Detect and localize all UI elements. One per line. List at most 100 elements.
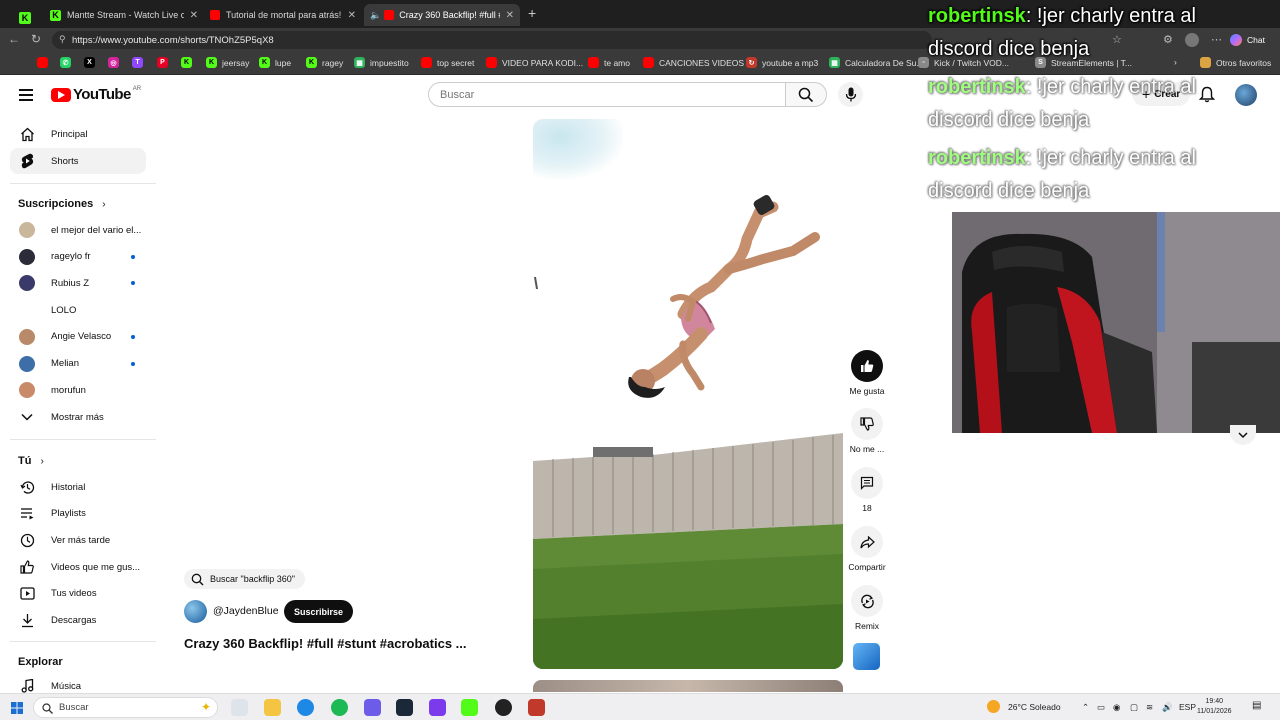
short-title[interactable]: Crazy 360 Backflip! #full #stunt #acroba… [184, 636, 467, 651]
bookmark-item[interactable]: VIDEO PARA KODI... [486, 57, 583, 68]
like-button[interactable]: Me gusta [840, 350, 894, 396]
sidebar-item-clock[interactable]: Ver más tarde [10, 527, 146, 553]
channel-name[interactable]: @JaydenBlue [213, 605, 279, 617]
capcut-icon[interactable] [429, 699, 446, 716]
bookmark-item[interactable]: ◎ [108, 57, 124, 68]
backflip-figure [534, 195, 820, 398]
sound-thumbnail[interactable] [853, 643, 880, 670]
short-video-player[interactable] [533, 119, 843, 429]
remix-button[interactable]: Remix [840, 585, 894, 631]
search-suggestion-chip[interactable]: Buscar "backflip 360" [184, 569, 305, 589]
next-short-preview[interactable] [533, 680, 843, 692]
network-icon[interactable]: ◉ [1113, 702, 1120, 713]
volume-icon[interactable]: 🔊 [1162, 702, 1173, 713]
account-avatar[interactable] [1235, 84, 1257, 106]
taskbar-search[interactable]: Buscar ✦ [33, 697, 218, 718]
next-short-button[interactable] [1230, 425, 1256, 445]
search-button[interactable] [785, 82, 827, 107]
speaker-icon[interactable]: 🔈 [370, 10, 381, 21]
search-chip-label: Buscar "backflip 360" [210, 574, 295, 584]
spotify-icon[interactable] [331, 699, 348, 716]
bookmark-item[interactable]: X [84, 57, 100, 68]
language-indicator[interactable]: ESP [1179, 702, 1196, 712]
game-app-icon[interactable] [528, 699, 545, 716]
subscribe-button[interactable]: Suscribirse [284, 600, 354, 623]
tab-tutorial-mortal[interactable]: Tutorial de mortal para atrás! ✋ A ✕ [204, 4, 362, 26]
url-text: https://www.youtube.com/shorts/TNOhZ5P5q… [72, 34, 274, 46]
subscription-item[interactable]: rageylo fr [10, 244, 146, 270]
back-icon[interactable]: ← [8, 32, 20, 46]
obs-icon[interactable] [495, 699, 512, 716]
wifi-icon[interactable]: ≋ [1146, 702, 1153, 713]
dislike-button[interactable]: No me ... [840, 408, 894, 454]
you-heading[interactable]: Tú › [18, 455, 44, 467]
tab-mantte-stream[interactable]: K Mantte Stream - Watch Live o ✕ [44, 4, 204, 26]
subscription-item[interactable]: morufun [10, 377, 146, 403]
kick-icon[interactable]: K [19, 8, 31, 26]
share-button[interactable]: Compartir [840, 526, 894, 572]
address-bar[interactable]: ⚲ https://www.youtube.com/shorts/TNOhZ5P… [52, 31, 932, 49]
clock[interactable]: 19:40 11/01/2026 [1197, 697, 1232, 717]
sidebar-item-shorts[interactable]: Shorts [10, 148, 146, 174]
edge-icon[interactable] [297, 699, 314, 716]
more-icon[interactable]: ⋯ [1211, 33, 1222, 46]
bookmark-item[interactable] [37, 57, 53, 68]
kick-icon: K [306, 57, 317, 68]
other-bookmarks[interactable]: Otros favoritos [1200, 57, 1271, 68]
bookmark-item[interactable]: Kragey [306, 57, 343, 68]
windows-start-icon[interactable] [11, 702, 23, 714]
subscription-item[interactable]: Angie Velasco [10, 324, 146, 350]
channel-avatar[interactable] [184, 600, 207, 623]
comments-button[interactable]: 18 [840, 467, 894, 513]
kick-icon[interactable] [461, 699, 478, 716]
new-tab-button[interactable]: + [528, 5, 536, 21]
site-info-icon[interactable]: ⚲ [59, 34, 66, 45]
bookmark-item[interactable]: te amo [588, 57, 630, 68]
battery-icon[interactable]: ▭ [1097, 702, 1105, 713]
bookmark-item[interactable]: T [132, 57, 148, 68]
sidebar-item-principal[interactable]: Principal [10, 121, 146, 147]
sidebar-item-your-videos[interactable]: Tus videos [10, 581, 146, 607]
weather-widget[interactable]: 26°C Soleado [987, 700, 1061, 713]
bookmark-item[interactable]: Klupe [259, 57, 291, 68]
copilot-chat-button[interactable]: Chat [1230, 32, 1265, 48]
notification-icon[interactable]: ▤ [1252, 700, 1261, 711]
subscription-item[interactable]: LOLO [10, 297, 146, 323]
search-input[interactable] [428, 82, 786, 107]
bookmark-item[interactable]: ↻ youtube a mp3 [746, 57, 818, 68]
steam-icon[interactable] [396, 699, 413, 716]
bookmark-item[interactable]: Kjeersay [206, 57, 249, 68]
display-icon[interactable]: ▢ [1130, 702, 1138, 713]
sidebar-item-download[interactable]: Descargas [10, 608, 146, 634]
youtube-logo[interactable]: YouTube AR [51, 86, 141, 103]
reload-icon[interactable]: ↻ [31, 32, 41, 46]
short-video-lower-frame[interactable] [533, 429, 843, 669]
bookmark-item[interactable]: ✆ [60, 57, 76, 68]
sidebar-item-playlists[interactable]: Playlists [10, 501, 146, 527]
playlists-icon [18, 505, 36, 523]
bookmark-item[interactable]: ▦ impuestito [354, 57, 409, 68]
subscription-item[interactable]: el mejor del vario el... [10, 217, 146, 243]
bookmark-item[interactable]: CANCIONES VIDEOS [643, 57, 744, 68]
show-more-button[interactable]: Mostrar más [10, 404, 146, 430]
close-icon[interactable]: ✕ [190, 10, 198, 21]
voice-search-button[interactable] [838, 82, 863, 107]
subscriptions-heading[interactable]: Suscripciones › [18, 198, 106, 210]
close-icon[interactable]: ✕ [506, 10, 514, 21]
menu-icon[interactable] [19, 87, 33, 101]
task-view-icon[interactable] [231, 699, 248, 716]
sidebar-item-thumb-up[interactable]: Videos que me gus... [10, 554, 146, 580]
tab-crazy-backflip[interactable]: 🔈 Crazy 360 Backflip! #full #stun ✕ [364, 4, 520, 26]
subscription-item[interactable]: Rubius Z [10, 270, 146, 296]
notifications-button[interactable] [1198, 86, 1216, 108]
bookmark-item[interactable]: top secret [421, 57, 474, 68]
subscription-item[interactable]: Melian [10, 351, 146, 377]
sidebar-item-history[interactable]: Historial [10, 474, 146, 500]
bookmark-item[interactable]: ▦ Calculadora De Su... [829, 57, 923, 68]
file-explorer-icon[interactable] [264, 699, 281, 716]
close-icon[interactable]: ✕ [348, 10, 356, 21]
bookmark-item[interactable]: P [157, 57, 173, 68]
bookmark-item[interactable]: K [181, 57, 197, 68]
discord-icon[interactable] [364, 699, 381, 716]
chevron-up-icon[interactable]: ⌃ [1082, 702, 1089, 713]
